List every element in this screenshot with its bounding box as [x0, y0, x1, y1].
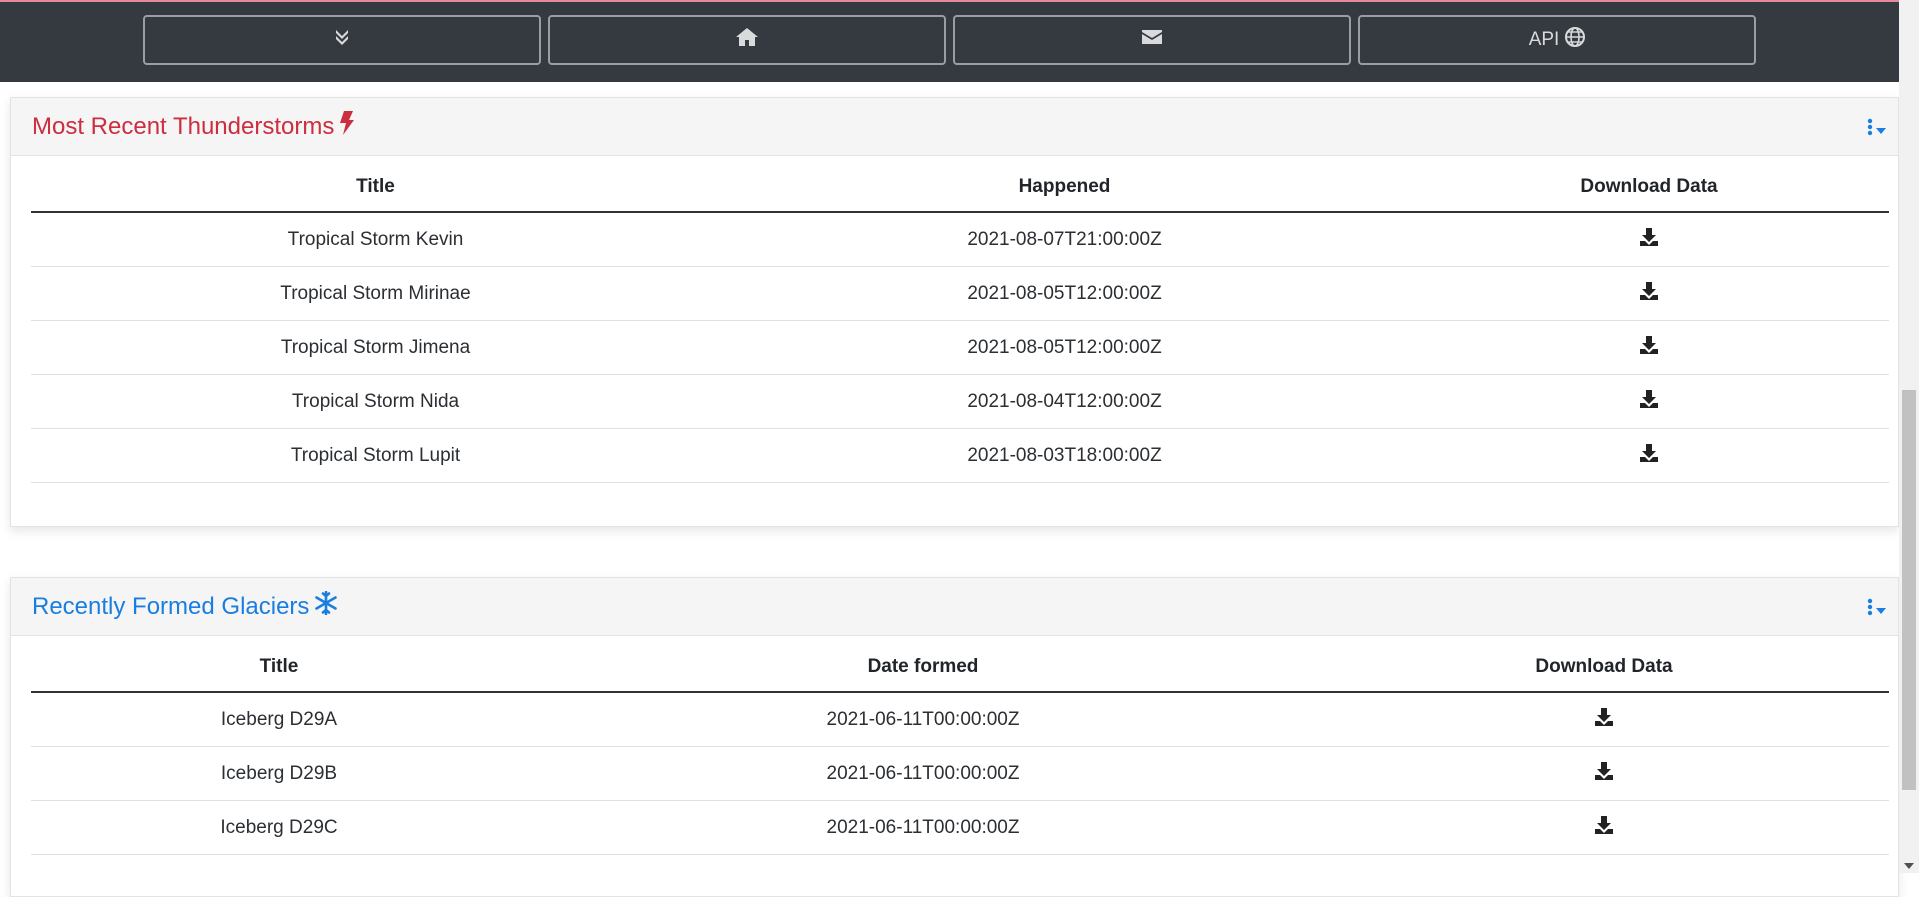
envelope-icon [1141, 29, 1163, 51]
download-cell [1409, 212, 1889, 267]
row-title: Iceberg D29A [31, 692, 527, 747]
column-header-title: Title [31, 636, 527, 693]
download-icon[interactable] [1639, 389, 1659, 415]
download-cell [1319, 800, 1889, 855]
caret-down-icon [1876, 121, 1886, 139]
download-icon[interactable] [1639, 443, 1659, 469]
lightning-bolt-icon [339, 110, 355, 143]
row-date: 2021-06-11T00:00:00Z [527, 800, 1319, 855]
caret-down-icon [1876, 601, 1886, 619]
row-date: 2021-08-03T18:00:00Z [720, 428, 1409, 483]
thunderstorms-table: Title Happened Download Data Tropical St… [31, 156, 1889, 483]
thunderstorms-title: Most Recent Thunderstorms [32, 110, 355, 143]
table-row: Iceberg D29B 2021-06-11T00:00:00Z [31, 746, 1889, 801]
column-header-happened: Happened [720, 156, 1409, 213]
row-date: 2021-08-05T12:00:00Z [720, 320, 1409, 375]
thunderstorms-title-text: Most Recent Thunderstorms [32, 112, 335, 140]
snowflake-icon [314, 590, 338, 622]
thunderstorms-options-menu[interactable] [1867, 118, 1886, 141]
table-row: Tropical Storm Nida 2021-08-04T12:00:00Z [31, 374, 1889, 429]
download-icon[interactable] [1639, 227, 1659, 253]
download-cell [1319, 746, 1889, 801]
download-icon[interactable] [1639, 281, 1659, 307]
table-row: Tropical Storm Mirinae 2021-08-05T12:00:… [31, 266, 1889, 321]
scroll-down-arrow-icon[interactable] [1904, 863, 1914, 869]
download-icon[interactable] [1594, 815, 1614, 841]
table-row: Tropical Storm Jimena 2021-08-05T12:00:0… [31, 320, 1889, 375]
scrollbar-thumb[interactable] [1902, 390, 1916, 790]
row-title: Tropical Storm Nida [31, 374, 720, 429]
glaciers-title: Recently Formed Glaciers [32, 590, 338, 622]
download-cell [1409, 266, 1889, 321]
download-icon[interactable] [1639, 335, 1659, 361]
contact-button[interactable] [953, 15, 1351, 65]
table-row: Tropical Storm Kevin 2021-08-07T21:00:00… [31, 212, 1889, 267]
row-title: Tropical Storm Mirinae [31, 266, 720, 321]
row-title: Tropical Storm Lupit [31, 428, 720, 483]
download-cell [1409, 428, 1889, 483]
download-cell [1409, 320, 1889, 375]
api-button[interactable]: API [1358, 15, 1756, 65]
globe-icon [1565, 27, 1586, 53]
download-icon[interactable] [1594, 761, 1614, 787]
glaciers-title-text: Recently Formed Glaciers [32, 592, 310, 620]
glaciers-table: Title Date formed Download Data Iceberg … [31, 636, 1889, 855]
glaciers-options-menu[interactable] [1867, 598, 1886, 621]
download-cell [1319, 692, 1889, 747]
download-cell [1409, 374, 1889, 429]
row-date: 2021-08-04T12:00:00Z [720, 374, 1409, 429]
table-header-row: Title Date formed Download Data [31, 636, 1889, 693]
double-chevron-down-icon [335, 28, 349, 52]
row-title: Tropical Storm Jimena [31, 320, 720, 375]
glaciers-card-header: Recently Formed Glaciers [11, 578, 1898, 636]
vertical-ellipsis-icon [1867, 598, 1873, 621]
row-title: Tropical Storm Kevin [31, 212, 720, 267]
thunderstorms-card: Most Recent Thunderstorms Title Happened… [10, 97, 1899, 527]
table-row: Tropical Storm Lupit 2021-08-03T18:00:00… [31, 428, 1889, 483]
row-title: Iceberg D29B [31, 746, 527, 801]
vertical-ellipsis-icon [1867, 118, 1873, 141]
column-header-download: Download Data [1319, 636, 1889, 693]
column-header-title: Title [31, 156, 720, 213]
glaciers-card: Recently Formed Glaciers Title Date form… [10, 577, 1899, 897]
row-title: Iceberg D29C [31, 800, 527, 855]
thunderstorms-card-header: Most Recent Thunderstorms [11, 98, 1898, 156]
row-date: 2021-08-05T12:00:00Z [720, 266, 1409, 321]
table-row: Iceberg D29A 2021-06-11T00:00:00Z [31, 692, 1889, 747]
table-header-row: Title Happened Download Data [31, 156, 1889, 213]
column-header-download: Download Data [1409, 156, 1889, 213]
row-date: 2021-08-07T21:00:00Z [720, 212, 1409, 267]
column-header-date-formed: Date formed [527, 636, 1319, 693]
api-label: API [1528, 29, 1560, 50]
row-date: 2021-06-11T00:00:00Z [527, 692, 1319, 747]
scroll-down-button[interactable] [143, 15, 541, 65]
top-navbar: API [0, 0, 1899, 82]
table-row: Iceberg D29C 2021-06-11T00:00:00Z [31, 800, 1889, 855]
download-icon[interactable] [1594, 707, 1614, 733]
home-button[interactable] [548, 15, 946, 65]
row-date: 2021-06-11T00:00:00Z [527, 746, 1319, 801]
page-scrollbar[interactable] [1899, 0, 1919, 873]
home-icon [735, 27, 759, 53]
